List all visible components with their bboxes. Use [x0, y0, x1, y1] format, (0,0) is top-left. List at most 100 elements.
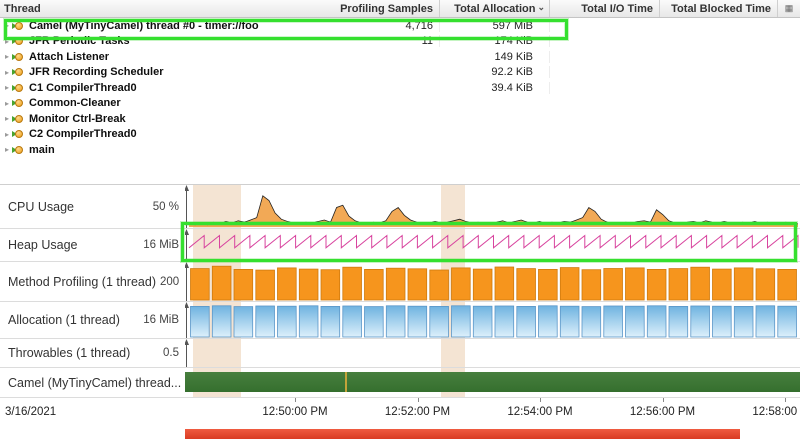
- thread-table-row[interactable]: ▸ C2 CompilerThread0: [0, 127, 800, 143]
- row-title: Method Profiling (1 thread): [8, 275, 156, 289]
- thread-icon: [12, 99, 26, 107]
- thread-name: JFR Periodic Tasks: [29, 35, 130, 47]
- column-header-total-allocation[interactable]: Total Allocation ⌄: [440, 0, 550, 17]
- thread-activity-chart[interactable]: [185, 368, 800, 397]
- thread-name: Monitor Ctrl-Break: [29, 113, 126, 125]
- timeline-row-label: Method Profiling (1 thread) 200: [0, 262, 185, 301]
- thread-icon: [12, 22, 26, 30]
- thread-table-body: ▸ Camel (MyTinyCamel) thread #0 - timer:…: [0, 18, 800, 168]
- row-scale-label: 50 %: [149, 201, 179, 213]
- thread-table-row[interactable]: ▸ JFR Periodic Tasks 11 174 KiB: [0, 34, 800, 50]
- row-title: CPU Usage: [8, 200, 74, 214]
- row-title: Heap Usage: [8, 238, 78, 252]
- timeline-panel: CPU Usage 50 % Heap Usage 16 MiB Method …: [0, 184, 800, 439]
- timeline-row-camel-thread: Camel (MyTinyCamel) thread...: [0, 368, 800, 398]
- time-tick-mark: [540, 398, 541, 402]
- expand-arrow-icon[interactable]: ▸: [2, 83, 12, 92]
- thread-cell: ▸ C1 CompilerThread0: [0, 82, 320, 94]
- allocation-cell: 174 KiB: [440, 35, 550, 47]
- thread-table-row[interactable]: ▸ JFR Recording Scheduler 92.2 KiB: [0, 65, 800, 81]
- allocation-cell: 39.4 KiB: [440, 82, 550, 94]
- row-title: Throwables (1 thread): [8, 346, 130, 360]
- method-profiling-chart[interactable]: [185, 262, 800, 301]
- expand-arrow-icon[interactable]: ▸: [2, 130, 12, 139]
- expand-arrow-icon[interactable]: ▸: [2, 52, 12, 61]
- scrollbar-range[interactable]: [185, 429, 740, 439]
- timeline-row-label: Camel (MyTinyCamel) thread...: [0, 368, 185, 397]
- expand-arrow-icon[interactable]: ▸: [2, 21, 12, 30]
- thread-cell: ▸ Camel (MyTinyCamel) thread #0 - timer:…: [0, 20, 320, 32]
- time-tick-label: 12:58:00 PM: [752, 406, 800, 418]
- sort-desc-icon: ⌄: [537, 2, 545, 13]
- thread-table-row[interactable]: ▸ Monitor Ctrl-Break: [0, 111, 800, 127]
- expand-arrow-icon[interactable]: ▸: [2, 145, 12, 154]
- time-ticks: 12:50:00 PM12:52:00 PM12:54:00 PM12:56:0…: [185, 398, 800, 424]
- thread-icon: [12, 146, 26, 154]
- timeline-row-label: CPU Usage 50 %: [0, 185, 185, 228]
- column-header-total-blocked-time[interactable]: Total Blocked Time: [660, 0, 778, 17]
- thread-activity-marker: [345, 372, 347, 392]
- thread-name: C1 CompilerThread0: [29, 82, 137, 94]
- samples-cell: 11: [320, 35, 440, 47]
- table-header: Thread Profiling Samples Total Allocatio…: [0, 0, 800, 18]
- cpu-usage-chart[interactable]: [185, 185, 800, 228]
- timeline-row-method-profiling: Method Profiling (1 thread) 200: [0, 262, 800, 302]
- thread-cell: ▸ C2 CompilerThread0: [0, 128, 320, 140]
- expand-arrow-icon[interactable]: ▸: [2, 99, 12, 108]
- thread-icon: [12, 53, 26, 61]
- thread-table-row[interactable]: ▸ C1 CompilerThread0 39.4 KiB: [0, 80, 800, 96]
- samples-cell: 4,716: [320, 20, 440, 32]
- thread-name: C2 CompilerThread0: [29, 128, 137, 140]
- thread-name: Common-Cleaner: [29, 97, 121, 109]
- row-scale-label: 0.5: [159, 347, 179, 359]
- time-tick-label: 12:50:00 PM: [262, 406, 327, 418]
- row-title: Camel (MyTinyCamel) thread...: [8, 376, 181, 390]
- column-header-total-allocation-label: Total Allocation: [454, 3, 535, 15]
- timeline-row-throwables: Throwables (1 thread) 0.5: [0, 339, 800, 368]
- thread-activity-bar: [185, 372, 800, 392]
- allocation-cell: 92.2 KiB: [440, 66, 550, 78]
- timeline-row-heap-usage: Heap Usage 16 MiB: [0, 229, 800, 262]
- time-tick-mark: [295, 398, 296, 402]
- thread-icon: [12, 84, 26, 92]
- thread-cell: ▸ Attach Listener: [0, 51, 320, 63]
- time-tick-mark: [418, 398, 419, 402]
- column-header-total-io-time[interactable]: Total I/O Time: [550, 0, 660, 17]
- allocation-cell: 597 MiB: [440, 20, 550, 32]
- thread-name: Attach Listener: [29, 51, 109, 63]
- row-scale-label: 16 MiB: [139, 314, 179, 326]
- timeline-row-label: Allocation (1 thread) 16 MiB: [0, 302, 185, 338]
- thread-icon: [12, 68, 26, 76]
- column-header-profiling-samples[interactable]: Profiling Samples: [320, 0, 440, 17]
- thread-icon: [12, 115, 26, 123]
- row-scale-label: 200: [156, 276, 179, 288]
- column-header-thread[interactable]: Thread: [0, 0, 320, 17]
- thread-table-row[interactable]: ▸ Camel (MyTinyCamel) thread #0 - timer:…: [0, 18, 800, 34]
- expand-arrow-icon[interactable]: ▸: [2, 68, 12, 77]
- time-tick-label: 12:56:00 PM: [630, 406, 695, 418]
- timeline-row-label: Throwables (1 thread) 0.5: [0, 339, 185, 367]
- thread-icon: [12, 130, 26, 138]
- timeline-scrollbar[interactable]: [0, 429, 800, 439]
- thread-table: Thread Profiling Samples Total Allocatio…: [0, 0, 800, 168]
- expand-arrow-icon[interactable]: ▸: [2, 114, 12, 123]
- thread-table-row[interactable]: ▸ Attach Listener 149 KiB: [0, 49, 800, 65]
- thread-name: Camel (MyTinyCamel) thread #0 - timer://…: [29, 20, 259, 32]
- thread-cell: ▸ JFR Recording Scheduler: [0, 66, 320, 78]
- allocation-chart[interactable]: [185, 302, 800, 338]
- column-settings-icon[interactable]: ▦: [778, 0, 800, 17]
- throwables-chart[interactable]: [185, 339, 800, 367]
- profiler-window: Thread Profiling Samples Total Allocatio…: [0, 0, 800, 446]
- timeline-row-allocation: Allocation (1 thread) 16 MiB: [0, 302, 800, 339]
- thread-cell: ▸ JFR Periodic Tasks: [0, 35, 320, 47]
- thread-table-row[interactable]: ▸ Common-Cleaner: [0, 96, 800, 112]
- heap-usage-chart[interactable]: [185, 229, 800, 261]
- expand-arrow-icon[interactable]: ▸: [2, 37, 12, 46]
- allocation-cell: 149 KiB: [440, 51, 550, 63]
- thread-cell: ▸ main: [0, 144, 320, 156]
- time-tick-mark: [785, 398, 786, 402]
- thread-table-row[interactable]: ▸ main: [0, 142, 800, 158]
- timeline-row-label: Heap Usage 16 MiB: [0, 229, 185, 261]
- thread-cell: ▸ Common-Cleaner: [0, 97, 320, 109]
- row-scale-label: 16 MiB: [139, 239, 179, 251]
